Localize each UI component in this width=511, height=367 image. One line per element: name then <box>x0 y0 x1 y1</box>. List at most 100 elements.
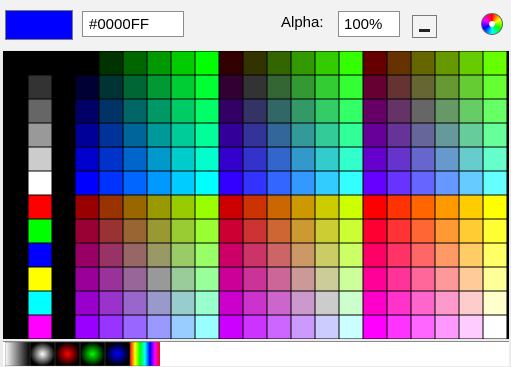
color-swatch[interactable] <box>458 51 484 76</box>
color-swatch[interactable] <box>290 122 316 148</box>
color-swatch[interactable] <box>170 146 196 172</box>
alpha-input[interactable] <box>338 11 400 37</box>
color-swatch[interactable] <box>314 170 340 196</box>
color-swatch[interactable] <box>410 98 436 124</box>
color-swatch[interactable] <box>338 98 364 124</box>
color-swatch[interactable] <box>122 194 148 220</box>
color-swatch[interactable] <box>386 98 412 124</box>
color-swatch[interactable] <box>74 314 100 339</box>
color-swatch[interactable] <box>218 218 244 244</box>
color-swatch[interactable] <box>146 290 172 316</box>
color-swatch[interactable] <box>386 51 412 76</box>
color-swatch[interactable] <box>122 314 148 339</box>
color-swatch[interactable] <box>98 74 124 100</box>
color-swatch[interactable] <box>98 98 124 124</box>
color-swatch[interactable] <box>218 51 244 76</box>
color-swatch[interactable] <box>218 146 244 172</box>
color-swatch[interactable] <box>386 146 412 172</box>
color-swatch[interactable] <box>74 98 100 124</box>
color-swatch[interactable] <box>314 122 340 148</box>
color-swatch[interactable] <box>266 194 292 220</box>
primary-swatch[interactable] <box>27 218 53 244</box>
color-swatch[interactable] <box>362 314 388 339</box>
color-swatch[interactable] <box>362 170 388 196</box>
color-swatch[interactable] <box>194 314 220 339</box>
color-swatch[interactable] <box>362 146 388 172</box>
color-swatch[interactable] <box>386 218 412 244</box>
color-swatch[interactable] <box>242 242 268 268</box>
color-swatch[interactable] <box>362 194 388 220</box>
color-swatch[interactable] <box>218 314 244 339</box>
color-swatch[interactable] <box>434 242 460 268</box>
color-swatch[interactable] <box>242 74 268 100</box>
color-swatch[interactable] <box>194 170 220 196</box>
gradient-radial-white-black[interactable] <box>30 342 55 366</box>
color-swatch[interactable] <box>434 194 460 220</box>
color-swatch[interactable] <box>458 266 484 292</box>
color-swatch[interactable] <box>74 122 100 148</box>
color-swatch[interactable] <box>458 194 484 220</box>
color-swatch[interactable] <box>458 146 484 172</box>
color-swatch[interactable] <box>170 218 196 244</box>
gray-swatch[interactable] <box>27 146 53 172</box>
color-swatch[interactable] <box>218 266 244 292</box>
color-swatch[interactable] <box>146 218 172 244</box>
color-swatch[interactable] <box>410 314 436 339</box>
color-swatch[interactable] <box>458 290 484 316</box>
color-swatch[interactable] <box>218 98 244 124</box>
color-swatch[interactable] <box>482 98 508 124</box>
color-swatch[interactable] <box>290 290 316 316</box>
gray-swatch[interactable] <box>27 122 53 148</box>
color-swatch[interactable] <box>458 74 484 100</box>
color-swatch[interactable] <box>482 242 508 268</box>
hex-color-input[interactable] <box>82 11 184 37</box>
gray-swatch[interactable] <box>27 170 53 196</box>
color-swatch[interactable] <box>338 51 364 76</box>
color-swatch[interactable] <box>290 194 316 220</box>
color-swatch[interactable] <box>410 266 436 292</box>
color-swatch[interactable] <box>338 122 364 148</box>
color-swatch[interactable] <box>74 266 100 292</box>
color-swatch[interactable] <box>98 122 124 148</box>
color-swatch[interactable] <box>194 290 220 316</box>
color-swatch[interactable] <box>314 218 340 244</box>
color-swatch[interactable] <box>314 314 340 339</box>
color-swatch[interactable] <box>266 122 292 148</box>
color-swatch[interactable] <box>74 51 100 76</box>
color-swatch[interactable] <box>218 242 244 268</box>
color-swatch[interactable] <box>338 74 364 100</box>
color-swatch[interactable] <box>290 242 316 268</box>
color-swatch[interactable] <box>482 170 508 196</box>
color-swatch[interactable] <box>98 218 124 244</box>
color-swatch[interactable] <box>266 74 292 100</box>
color-swatch[interactable] <box>242 98 268 124</box>
color-swatch[interactable] <box>386 314 412 339</box>
color-swatch[interactable] <box>386 170 412 196</box>
color-swatch[interactable] <box>218 122 244 148</box>
color-swatch[interactable] <box>410 242 436 268</box>
color-swatch[interactable] <box>146 122 172 148</box>
color-swatch[interactable] <box>146 51 172 76</box>
primary-swatch[interactable] <box>27 314 53 339</box>
color-swatch[interactable] <box>122 98 148 124</box>
alpha-dropdown-button[interactable] <box>412 15 437 38</box>
color-swatch[interactable] <box>362 51 388 76</box>
color-swatch[interactable] <box>290 74 316 100</box>
color-swatch[interactable] <box>482 194 508 220</box>
color-swatch[interactable] <box>242 146 268 172</box>
color-swatch[interactable] <box>458 170 484 196</box>
color-swatch[interactable] <box>410 122 436 148</box>
color-swatch[interactable] <box>218 194 244 220</box>
color-wheel-icon[interactable] <box>481 13 503 35</box>
color-swatch[interactable] <box>386 242 412 268</box>
color-swatch[interactable] <box>338 170 364 196</box>
current-color-preview[interactable] <box>5 10 73 40</box>
color-swatch[interactable] <box>146 98 172 124</box>
color-swatch[interactable] <box>338 242 364 268</box>
color-swatch[interactable] <box>98 51 124 76</box>
color-swatch[interactable] <box>314 266 340 292</box>
color-swatch[interactable] <box>290 314 316 339</box>
primary-swatch[interactable] <box>27 242 53 268</box>
color-swatch[interactable] <box>194 74 220 100</box>
color-swatch[interactable] <box>194 122 220 148</box>
